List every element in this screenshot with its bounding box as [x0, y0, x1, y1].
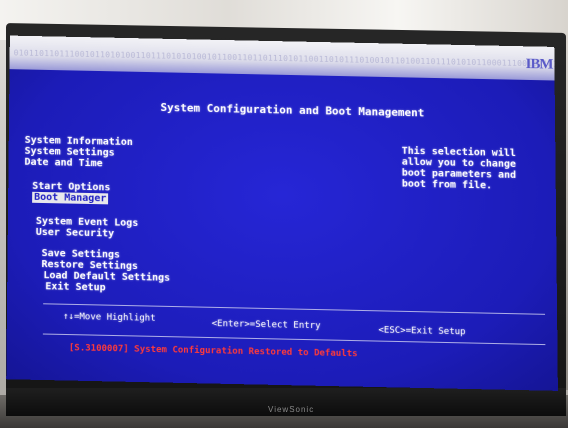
hint-exit-setup: <ESC>=Exit Setup — [378, 325, 465, 338]
banner-binary-pattern: 0101101101110010110101001101110101010010… — [14, 49, 555, 72]
help-description: This selection will allow you to change … — [402, 146, 542, 193]
monitor-brand: ViewSonic — [268, 405, 314, 414]
photo-scene: ViewSonic 010110110111001011010100110111… — [0, 0, 568, 428]
ibm-logo: IBM — [526, 56, 553, 73]
menu-item-date-and-time[interactable]: Date and Time — [24, 157, 102, 170]
hint-select-entry: <Enter>=Select Entry — [212, 319, 321, 332]
menu-item-exit-setup[interactable]: Exit Setup — [45, 281, 105, 293]
menu-item-boot-manager[interactable]: Boot Manager — [32, 192, 108, 205]
menu-item-user-security[interactable]: User Security — [36, 227, 114, 240]
bios-screen: 0101101101110010110101001101110101010010… — [6, 36, 558, 391]
hint-move-highlight: ↑↓=Move Highlight — [63, 312, 156, 325]
status-message: [S.3100007] System Configuration Restore… — [69, 343, 358, 359]
page-title: System Configuration and Boot Management — [160, 102, 424, 118]
